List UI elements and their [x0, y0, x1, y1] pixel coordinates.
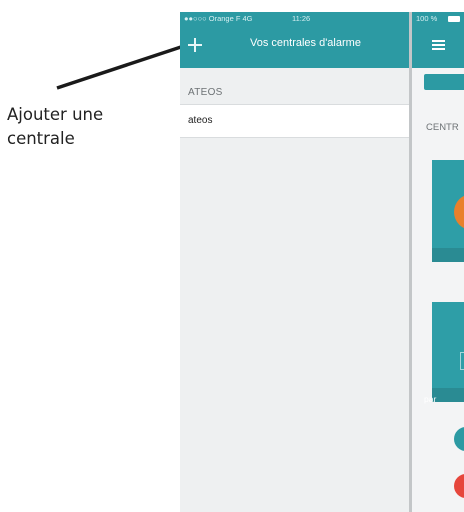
- card-footer-2: [432, 388, 464, 402]
- section-header: ATEOS: [188, 87, 223, 98]
- status-circle-icon: [454, 194, 464, 230]
- alarm-panels-screen: ●●○○○ Orange F 4G 11:26 Vos centrales d'…: [180, 12, 409, 512]
- battery-percent: 100 %: [416, 14, 438, 23]
- plus-icon[interactable]: [188, 38, 202, 52]
- list-item[interactable]: ateos: [180, 104, 409, 138]
- door-icon: [460, 352, 464, 370]
- status-bar: ●●○○○ Orange F 4G 11:26: [180, 12, 409, 26]
- red-round-button[interactable]: [454, 474, 464, 498]
- panel-card-2[interactable]: [432, 302, 464, 402]
- page-title: Vos centrales d'alarme: [250, 37, 361, 49]
- status-bar-right: 100 %: [412, 12, 464, 26]
- card-footer: [432, 248, 464, 262]
- status-time: 11:26: [292, 14, 311, 23]
- teal-round-button[interactable]: [454, 427, 464, 451]
- panel-card[interactable]: [432, 160, 464, 262]
- card-label: par: [424, 394, 437, 404]
- panel-detail-screen: 100 % CENTR par: [412, 12, 464, 512]
- section-header-right: CENTR: [426, 122, 459, 133]
- navigation-bar: Vos centrales d'alarme: [180, 26, 409, 68]
- annotation-label: Ajouter une centrale: [7, 105, 104, 148]
- list-item-label: ateos: [188, 115, 213, 126]
- hamburger-icon[interactable]: [432, 40, 445, 50]
- battery-icon: [448, 16, 460, 22]
- action-button[interactable]: [424, 74, 464, 90]
- carrier-signal: ●●○○○ Orange F 4G: [184, 14, 253, 23]
